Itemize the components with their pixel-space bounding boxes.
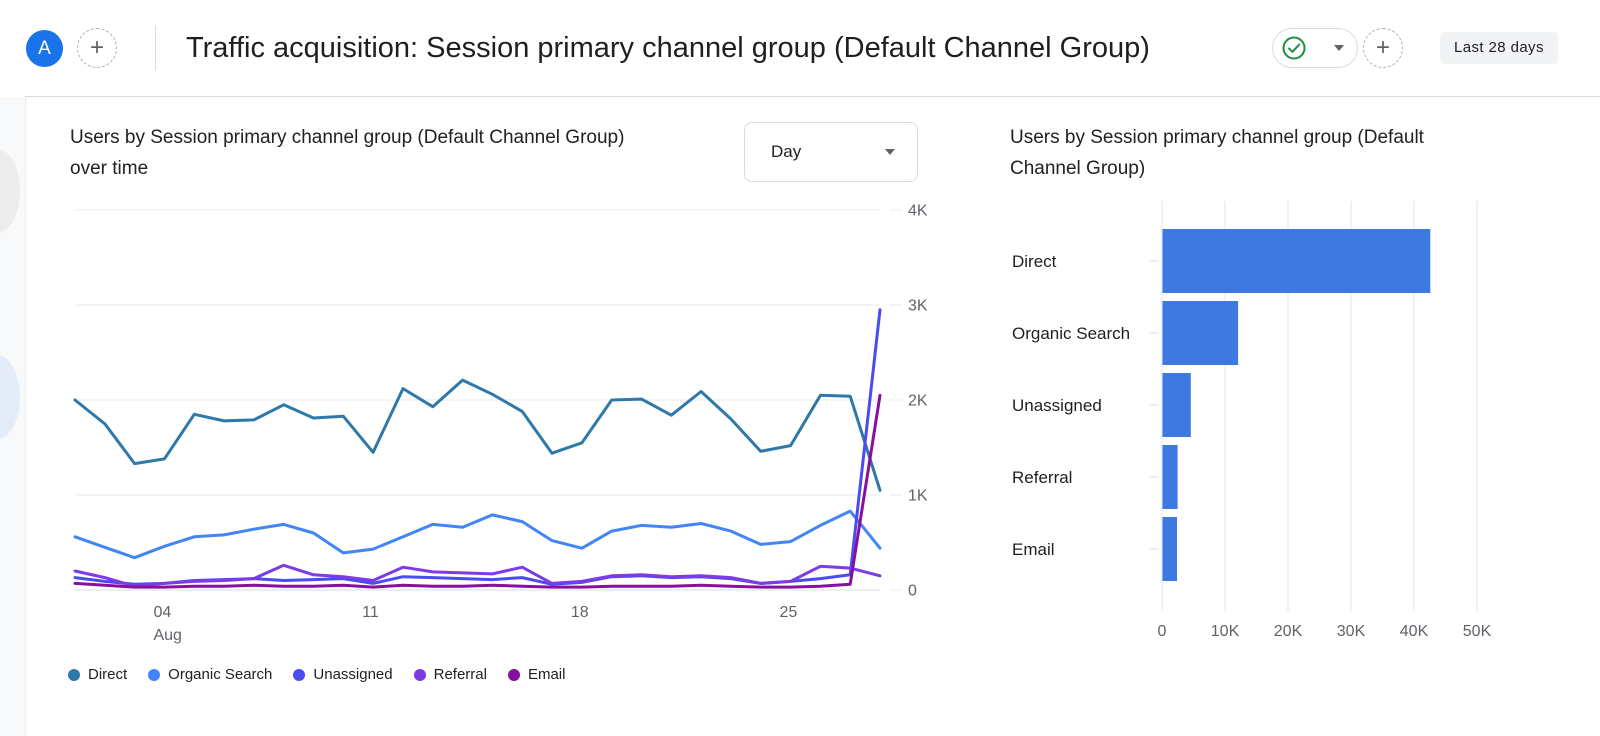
bar-direct[interactable] — [1163, 229, 1431, 293]
legend-dot-referral — [414, 669, 426, 681]
chevron-down-icon — [885, 149, 895, 155]
x-tick-label: 25 — [780, 604, 798, 621]
y-tick-label: 2K — [908, 393, 928, 410]
legend-item-referral: Referral — [414, 666, 487, 683]
x-tick-label: 10K — [1211, 623, 1240, 640]
line-chart-legend: Direct Organic Search Unassigned Referral Em… — [68, 666, 565, 683]
avatar[interactable]: A — [26, 30, 63, 67]
traffic-acquisition-card: A + Traffic acquisition: Session primary… — [0, 0, 1600, 736]
line-chart-title-line1: Users by Session primary channel group (… — [70, 127, 624, 148]
date-range-label: Last 28 days — [1440, 32, 1558, 64]
x-tick-label: 04 — [153, 604, 171, 621]
header-divider — [155, 26, 156, 70]
legend-item-organic-search: Organic Search — [148, 666, 272, 683]
card-header: A + Traffic acquisition: Session primary… — [0, 0, 1600, 96]
y-tick-label: 4K — [908, 203, 928, 220]
bar-category-label-unassigned: Unassigned — [1012, 396, 1102, 415]
cropped-button-blue — [0, 355, 20, 439]
legend-label-unassigned: Unassigned — [313, 666, 392, 683]
x-tick-label: 0 — [1158, 623, 1167, 640]
bar-category-label-organic-search: Organic Search — [1012, 324, 1130, 343]
bar-chart-title-line1: Users by Session primary channel group (… — [1010, 127, 1424, 148]
bar-chart-svg: 0 10K 20K 30K 40K 50K Direct Organic Search Unas… — [1000, 196, 1568, 648]
legend-item-email: Email — [508, 666, 566, 683]
legend-label-direct: Direct — [88, 666, 127, 683]
bar-category-label-direct: Direct — [1012, 252, 1057, 271]
add-button-left[interactable]: + — [77, 28, 117, 68]
legend-label-email: Email — [528, 666, 566, 683]
bar-category-label-email: Email — [1012, 540, 1055, 559]
line-chart-title-line2: over time — [70, 158, 148, 179]
status-dropdown-pill[interactable] — [1272, 28, 1358, 68]
x-tick-label: 50K — [1463, 623, 1492, 640]
left-cropped-rail — [0, 97, 26, 736]
legend-dot-organic-search — [148, 669, 160, 681]
x-tick-label: 20K — [1274, 623, 1303, 640]
line-chart-svg: 0 1K 2K 3K 4K 04 Aug 11 18 25 — [40, 196, 940, 648]
granularity-dropdown[interactable]: Day — [744, 122, 918, 182]
legend-dot-email — [508, 669, 520, 681]
bar-email[interactable] — [1163, 517, 1178, 581]
plus-icon: + — [1376, 34, 1390, 62]
x-tick-label: 18 — [571, 604, 589, 621]
bar-chart-title: Users by Session primary channel group (… — [1010, 122, 1530, 184]
legend-item-direct: Direct — [68, 666, 127, 683]
x-tick-sublabel: Aug — [153, 627, 181, 644]
chevron-down-icon — [1334, 45, 1344, 51]
cropped-button-gray — [0, 149, 20, 233]
page-title: Traffic acquisition: Session primary cha… — [186, 29, 1150, 67]
add-button-right[interactable]: + — [1363, 28, 1403, 68]
bar-referral[interactable] — [1163, 445, 1178, 509]
legend-dot-direct — [68, 669, 80, 681]
check-circle-icon — [1281, 35, 1307, 61]
y-tick-label: 3K — [908, 298, 928, 315]
legend-item-unassigned: Unassigned — [293, 666, 392, 683]
line-series-organic-search[interactable] — [75, 511, 880, 558]
x-tick-label: 30K — [1337, 623, 1366, 640]
y-tick-label: 0 — [908, 583, 917, 600]
line-chart-title: Users by Session primary channel group (… — [70, 122, 750, 184]
legend-label-organic-search: Organic Search — [168, 666, 272, 683]
plus-icon: + — [90, 34, 104, 62]
line-series-direct[interactable] — [75, 380, 880, 490]
legend-label-referral: Referral — [434, 666, 487, 683]
line-series-referral[interactable] — [75, 565, 880, 586]
y-tick-label: 1K — [908, 488, 928, 505]
x-tick-label: 40K — [1400, 623, 1429, 640]
bar-category-label-referral: Referral — [1012, 468, 1072, 487]
x-tick-label: 11 — [362, 604, 379, 621]
bar-chart-title-line2: Channel Group) — [1010, 158, 1145, 179]
bar-organic-search[interactable] — [1163, 301, 1239, 365]
header-rule — [25, 96, 1600, 97]
avatar-letter: A — [38, 38, 51, 60]
bar-unassigned[interactable] — [1163, 373, 1191, 437]
legend-dot-unassigned — [293, 669, 305, 681]
granularity-value: Day — [771, 142, 801, 162]
line-series-email[interactable] — [75, 395, 880, 587]
